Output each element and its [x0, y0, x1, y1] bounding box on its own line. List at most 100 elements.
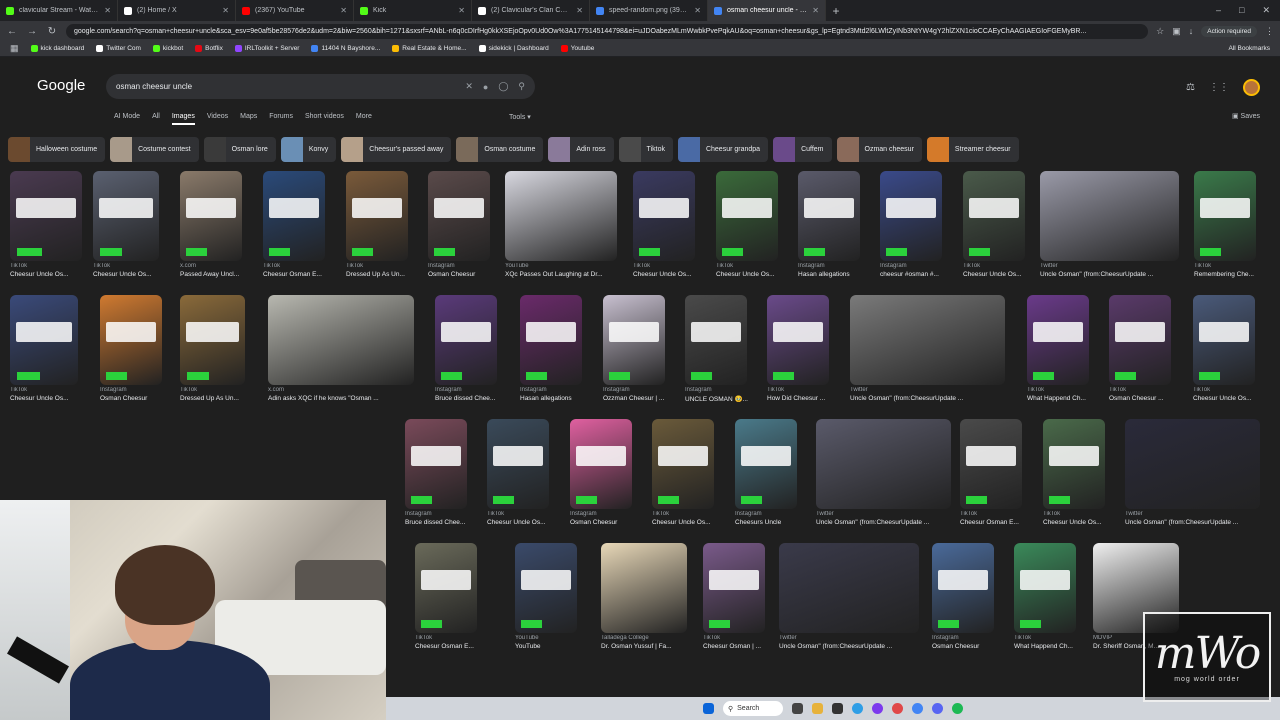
image-result-caption[interactable]: Instagram Osman Cheesur [570, 511, 642, 526]
image-result-caption[interactable]: Instagram Osman Cheesur [100, 387, 172, 402]
image-result-caption[interactable]: TikTok Dressed Up As Un... [346, 263, 418, 278]
related-chip[interactable]: Costume contest [110, 137, 199, 162]
image-result-thumbnail[interactable] [10, 295, 78, 385]
image-result-caption[interactable]: Twitter Uncle Osman" (from:CheesurUpdate … [850, 387, 1005, 402]
image-result-thumbnail[interactable] [520, 295, 582, 385]
image-result-caption[interactable]: TikTok Cheesur Uncle Os... [1193, 387, 1265, 402]
image-result-caption[interactable]: TikTok What Happend Ch... [1027, 387, 1099, 402]
image-result-caption[interactable]: TikTok How Did Cheesur ... [767, 387, 839, 402]
image-result-thumbnail[interactable] [180, 171, 242, 261]
image-result-caption[interactable]: Instagram Ozzman Cheesur | ... [603, 387, 675, 402]
forward-icon[interactable]: → [26, 26, 38, 37]
apps-grid-icon[interactable]: ⋮⋮ [1209, 82, 1229, 93]
browser-tab[interactable]: (2367) YouTube ✕ [236, 0, 354, 21]
app-icon[interactable] [892, 703, 903, 714]
image-result-thumbnail[interactable] [850, 295, 1005, 385]
tab-forums[interactable]: Forums [269, 113, 293, 125]
image-result-thumbnail[interactable] [415, 543, 477, 633]
terminal-icon[interactable] [832, 703, 843, 714]
url-field[interactable]: google.com/search?q=osman+cheesur+uncle&… [66, 23, 1149, 39]
avatar[interactable] [1243, 79, 1260, 96]
related-chip[interactable]: Osman costume [456, 137, 544, 162]
close-window-icon[interactable]: ✕ [1262, 5, 1270, 16]
image-result-caption[interactable]: Twitter Uncle Osman" (from:CheesurUpdate … [1125, 511, 1260, 526]
image-result-thumbnail[interactable] [685, 295, 747, 385]
image-result-caption[interactable]: TikTok Cheesur Uncle Os... [1043, 511, 1115, 526]
image-result-caption[interactable]: Talladega College Dr. Osman Yussuf | Fa..… [601, 635, 687, 650]
image-result-caption[interactable]: TikTok Osman Cheesur ... [1109, 387, 1181, 402]
bookmark-item[interactable]: Twitter Com [96, 45, 141, 52]
image-result-caption[interactable]: Instagram Osman Cheesur [932, 635, 1004, 650]
image-result-thumbnail[interactable] [268, 295, 414, 385]
new-tab-icon[interactable]: + [826, 4, 846, 18]
image-result-thumbnail[interactable] [180, 295, 245, 385]
close-icon[interactable]: ✕ [340, 6, 347, 15]
image-result-thumbnail[interactable] [346, 171, 408, 261]
related-chip[interactable]: Cheesur's passed away [341, 137, 452, 162]
image-result-caption[interactable]: TikTok Cheesur Uncle Os... [716, 263, 788, 278]
image-result-caption[interactable]: TikTok Cheesur Osman E... [960, 511, 1032, 526]
back-icon[interactable]: ← [6, 26, 18, 37]
image-result-caption[interactable]: x.com Adin asks XQC if he knows "Osman ..… [268, 387, 414, 402]
browser-tab[interactable]: osman cheesur uncle - Google ✕ [708, 0, 826, 21]
voice-search-icon[interactable]: ● [483, 82, 488, 92]
image-result-thumbnail[interactable] [735, 419, 797, 509]
image-result-caption[interactable]: TikTok Cheesur Uncle Os... [633, 263, 705, 278]
image-result-thumbnail[interactable] [1027, 295, 1089, 385]
taskbar-search[interactable]: ⚲ Search [723, 701, 783, 716]
image-result-thumbnail[interactable] [816, 419, 951, 509]
image-result-thumbnail[interactable] [603, 295, 665, 385]
tab-maps[interactable]: Maps [240, 113, 257, 125]
tab-videos[interactable]: Videos [207, 113, 228, 125]
bookmark-item[interactable]: 11404 N Bayshore... [311, 45, 380, 52]
image-result-thumbnail[interactable] [767, 295, 829, 385]
image-result-thumbnail[interactable] [633, 171, 695, 261]
image-result-thumbnail[interactable] [703, 543, 765, 633]
chrome-profile-icon[interactable] [912, 703, 923, 714]
related-chip[interactable]: Konvy [280, 137, 337, 162]
image-result-caption[interactable]: x.com Passed Away Uncl... [180, 263, 252, 278]
bookmark-item[interactable]: Youtube [560, 45, 594, 52]
bookmark-item[interactable]: Botflix [195, 45, 223, 52]
image-result-caption[interactable]: TikTok Cheesur Osman E... [263, 263, 335, 278]
action-required-button[interactable]: Action required [1201, 25, 1257, 37]
related-chip[interactable]: Osman lore [203, 137, 276, 162]
image-result-caption[interactable]: Twitter Uncle Osman" (from:CheesurUpdate … [1040, 263, 1179, 278]
close-icon[interactable]: ✕ [222, 6, 229, 15]
related-chip[interactable]: Halloween costume [8, 137, 106, 162]
browser-tab[interactable]: clavicular Stream - Watch Live ✕ [0, 0, 118, 21]
related-chip[interactable]: Cuffem [773, 137, 832, 162]
maximize-icon[interactable]: □ [1239, 5, 1244, 16]
bookmark-item[interactable]: Real Estate & Home... [392, 45, 467, 52]
image-result-thumbnail[interactable] [515, 543, 577, 633]
image-result-caption[interactable]: TikTok Dressed Up As Un... [180, 387, 252, 402]
image-result-thumbnail[interactable] [93, 171, 159, 261]
tab-more[interactable]: More [356, 113, 372, 125]
menu-icon[interactable]: ⋮ [1265, 26, 1274, 37]
image-result-thumbnail[interactable] [1125, 419, 1260, 509]
download-icon[interactable]: ↓ [1189, 26, 1194, 36]
close-icon[interactable]: ✕ [694, 6, 701, 15]
image-result-caption[interactable]: YouTube YouTube [515, 635, 587, 650]
image-result-thumbnail[interactable] [932, 543, 994, 633]
image-result-thumbnail[interactable] [963, 171, 1025, 261]
browser-tab[interactable]: (2) Home / X ✕ [118, 0, 236, 21]
browser-tab[interactable]: (2) Clavicular's Clan Community ✕ [472, 0, 590, 21]
image-result-thumbnail[interactable] [880, 171, 942, 261]
saves-button[interactable]: ▣ Saves [1232, 112, 1260, 120]
minimize-icon[interactable]: – [1216, 5, 1221, 16]
image-result-caption[interactable]: Instagram Hasan allegations [798, 263, 870, 278]
image-result-caption[interactable]: Instagram Bruce dissed Chee... [405, 511, 477, 526]
image-result-thumbnail[interactable] [100, 295, 162, 385]
image-result-caption[interactable]: Instagram UNCLE OSMAN 🥹... [685, 387, 757, 403]
image-result-caption[interactable]: YouTube XQc Passes Out Laughing at Dr... [505, 263, 617, 278]
clear-icon[interactable]: ✕ [465, 81, 473, 92]
apps-icon[interactable]: ▦ [10, 43, 19, 54]
tab-short-videos[interactable]: Short videos [305, 113, 344, 125]
image-result-caption[interactable]: Instagram Osman Cheesur [428, 263, 500, 278]
image-result-thumbnail[interactable] [263, 171, 325, 261]
image-result-thumbnail[interactable] [405, 419, 467, 509]
bookmark-star-icon[interactable]: ☆ [1156, 26, 1164, 37]
tools-button[interactable]: Tools ▾ [509, 113, 531, 121]
image-result-thumbnail[interactable] [1193, 295, 1255, 385]
